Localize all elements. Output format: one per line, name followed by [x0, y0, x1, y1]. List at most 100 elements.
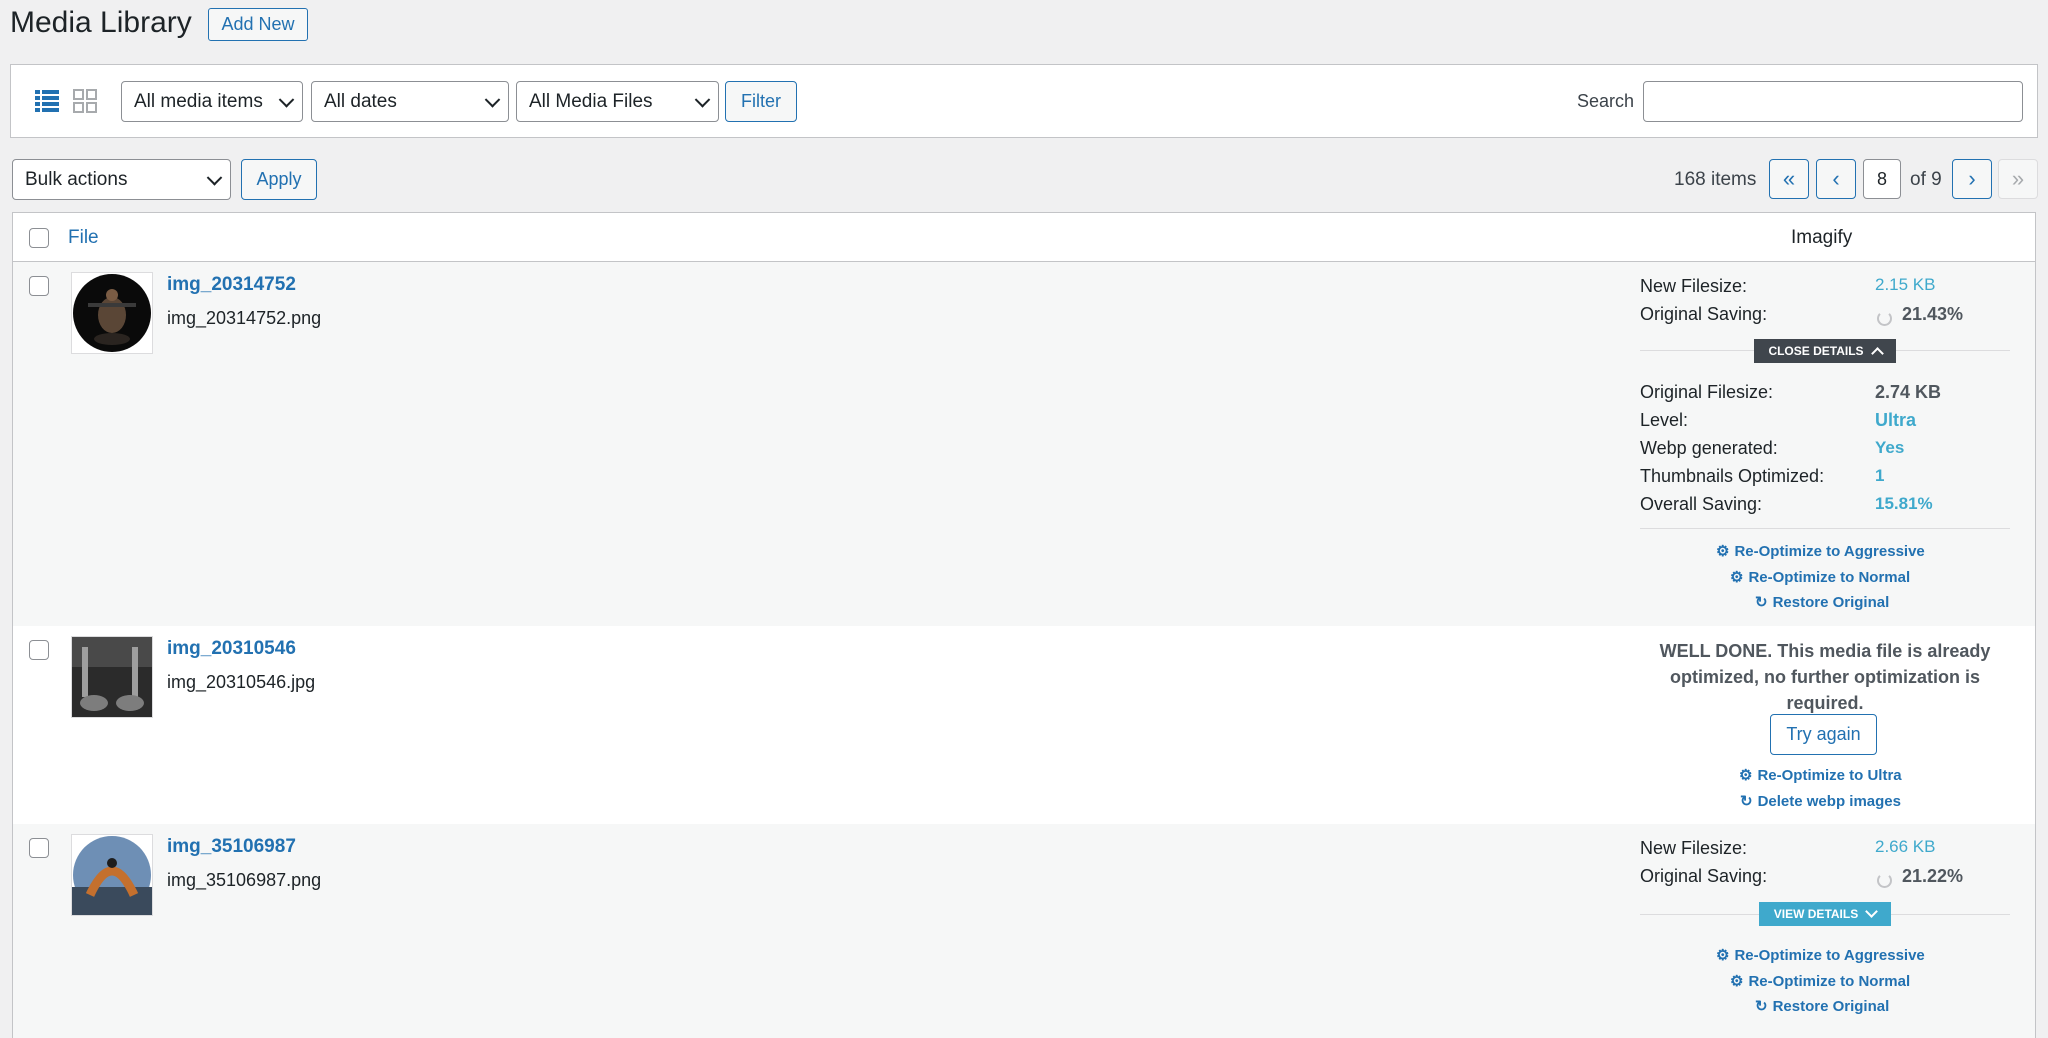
reoptimize-aggressive-link[interactable]: ⚙ Re-Optimize to Aggressive	[1716, 542, 1925, 560]
actions-divider	[1640, 528, 2010, 529]
chevron-up-icon	[1870, 347, 1884, 360]
delete-webp-link[interactable]: ↻ Delete webp images	[1740, 792, 1901, 810]
gear-icon: ⚙	[1716, 543, 1730, 560]
gear-icon: ⚙	[1730, 973, 1744, 990]
reoptimize-ultra-link[interactable]: ⚙ Re-Optimize to Ultra	[1739, 766, 1902, 784]
original-filesize-value: 2.74 KB	[1875, 382, 1942, 402]
next-page-button[interactable]: ›	[1952, 159, 1992, 199]
select-all-checkbox[interactable]	[29, 228, 49, 248]
restore-icon: ↻	[1740, 793, 1753, 810]
current-page-input[interactable]: 8	[1863, 159, 1901, 199]
gear-icon: ⚙	[1716, 947, 1730, 964]
search-input[interactable]	[1643, 81, 2023, 122]
restore-original-label: Restore Original	[1772, 594, 1890, 611]
dates-value: All dates	[324, 90, 397, 112]
reoptimize-normal-link[interactable]: ⚙ Re-Optimize to Normal	[1730, 568, 1910, 586]
bulk-actions-select[interactable]: Bulk actions	[12, 159, 231, 200]
thumbnails-value: 1	[1875, 466, 1885, 485]
overall-saving-value: 15.81%	[1875, 494, 1933, 513]
original-filesize-label: Original Filesize:	[1640, 382, 1774, 402]
optimized-message: WELL DONE. This media file is already op…	[1625, 638, 2025, 716]
table-header: File Imagify	[12, 212, 2036, 262]
delete-webp-label: Delete webp images	[1757, 793, 1901, 810]
filter-button[interactable]: Filter	[725, 81, 797, 122]
first-page-button[interactable]: «	[1769, 159, 1809, 199]
search-label: Search	[1577, 91, 1635, 111]
files-select[interactable]: All Media Files	[516, 81, 719, 122]
original-saving-value: 21.22%	[1902, 866, 1964, 886]
media-thumbnail[interactable]	[71, 636, 153, 718]
total-pages: of 9	[1910, 169, 1942, 190]
chevron-down-icon	[1865, 905, 1879, 918]
reoptimize-normal-label: Re-Optimize to Normal	[1748, 973, 1911, 990]
restore-original-label: Restore Original	[1772, 998, 1890, 1015]
files-value: All Media Files	[529, 90, 653, 112]
bulk-actions-value: Bulk actions	[25, 168, 128, 190]
chevron-down-icon	[206, 169, 223, 186]
view-details-button[interactable]: VIEW DETAILS	[1759, 902, 1891, 926]
row-checkbox[interactable]	[29, 838, 49, 858]
restore-original-link[interactable]: ↻ Restore Original	[1755, 593, 1889, 611]
try-again-button[interactable]: Try again	[1770, 714, 1877, 755]
chevron-down-icon	[278, 91, 295, 108]
level-value: Ultra	[1875, 410, 1917, 430]
message-line: WELL DONE. This media file is already	[1659, 641, 1991, 661]
media-filename: img_20314752.png	[167, 308, 322, 328]
saving-spinner-icon	[1877, 307, 1892, 328]
column-file-header[interactable]: File	[68, 227, 99, 249]
filter-bar: All media items All dates All Media File…	[10, 64, 2038, 138]
media-filename: img_20310546.jpg	[167, 672, 316, 692]
chevron-down-icon	[484, 91, 501, 108]
close-details-label: CLOSE DETAILS	[1768, 344, 1864, 358]
row-checkbox[interactable]	[29, 640, 49, 660]
level-label: Level:	[1640, 410, 1689, 430]
overall-saving-label: Overall Saving:	[1640, 494, 1763, 514]
media-type-select[interactable]: All media items	[121, 81, 303, 122]
new-filesize-label: New Filesize:	[1640, 276, 1748, 296]
column-imagify-header: Imagify	[1791, 227, 1853, 248]
reoptimize-aggressive-label: Re-Optimize to Aggressive	[1734, 543, 1925, 560]
dates-select[interactable]: All dates	[311, 81, 509, 122]
apply-button[interactable]: Apply	[241, 159, 317, 200]
original-saving-value: 21.43%	[1902, 304, 1964, 324]
table-row: img_35106987 img_35106987.png New Filesi…	[12, 824, 2036, 1038]
reoptimize-ultra-label: Re-Optimize to Ultra	[1757, 767, 1902, 784]
media-filename: img_35106987.png	[167, 870, 322, 890]
media-title-link[interactable]: img_20310546	[167, 638, 296, 660]
reoptimize-normal-link[interactable]: ⚙ Re-Optimize to Normal	[1730, 972, 1910, 990]
gear-icon: ⚙	[1739, 767, 1753, 784]
message-line: optimized, no further optimization is	[1670, 667, 1980, 687]
thumbnails-label: Thumbnails Optimized:	[1640, 466, 1825, 486]
reoptimize-aggressive-link[interactable]: ⚙ Re-Optimize to Aggressive	[1716, 946, 1925, 964]
add-new-button[interactable]: Add New	[208, 8, 308, 41]
gear-icon: ⚙	[1730, 569, 1744, 586]
view-details-label: VIEW DETAILS	[1773, 907, 1859, 921]
row-checkbox[interactable]	[29, 276, 49, 296]
prev-page-button[interactable]: ‹	[1816, 159, 1856, 199]
page-title: Media Library	[10, 6, 192, 39]
media-title-link[interactable]: img_35106987	[167, 836, 296, 858]
webp-label: Webp generated:	[1640, 438, 1778, 458]
table-row: img_20310546 img_20310546.jpg WELL DONE.…	[12, 626, 2036, 824]
message-line: required.	[1786, 693, 1864, 713]
media-thumbnail[interactable]	[71, 272, 153, 354]
list-view-icon[interactable]	[35, 89, 59, 113]
chevron-down-icon	[694, 91, 711, 108]
reoptimize-normal-label: Re-Optimize to Normal	[1748, 569, 1911, 586]
new-filesize-label: New Filesize:	[1640, 838, 1748, 858]
new-filesize-value: 2.15 KB	[1875, 275, 1936, 294]
reoptimize-aggressive-label: Re-Optimize to Aggressive	[1734, 947, 1925, 964]
restore-icon: ↻	[1755, 998, 1768, 1015]
media-type-value: All media items	[134, 90, 263, 112]
items-count: 168 items	[1674, 169, 1757, 190]
close-details-button[interactable]: CLOSE DETAILS	[1754, 339, 1896, 363]
media-thumbnail[interactable]	[71, 834, 153, 916]
table-row: img_20314752 img_20314752.png New Filesi…	[12, 262, 2036, 626]
new-filesize-value: 2.66 KB	[1875, 837, 1936, 856]
original-saving-label: Original Saving:	[1640, 866, 1768, 886]
saving-spinner-icon	[1877, 869, 1892, 890]
media-title-link[interactable]: img_20314752	[167, 274, 296, 296]
restore-icon: ↻	[1755, 594, 1768, 611]
restore-original-link[interactable]: ↻ Restore Original	[1755, 997, 1889, 1015]
grid-view-icon[interactable]	[73, 89, 97, 113]
